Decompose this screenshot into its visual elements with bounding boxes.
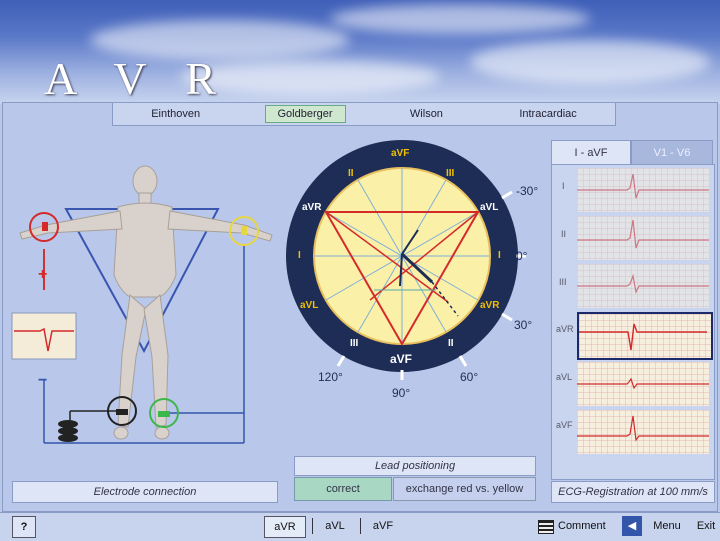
label-iii-upper-right: III — [446, 168, 455, 179]
human-body — [19, 165, 273, 440]
label-ii-upper: II — [348, 168, 354, 179]
help-button[interactable]: ? — [12, 516, 36, 538]
ecg-trace-i — [577, 173, 709, 199]
tab-v1-v6[interactable]: V1 - V6 — [631, 140, 713, 166]
tab-einthoven[interactable]: Einthoven — [139, 106, 212, 122]
lead-label-ii: II — [561, 229, 567, 239]
separator — [360, 518, 361, 534]
label-avl-right: aVL — [480, 202, 499, 213]
ecg-trace-avl — [577, 377, 709, 390]
ecg-trace-ii — [577, 219, 709, 249]
deg-0: 0° — [516, 249, 528, 263]
lead-label-i: I — [562, 181, 565, 191]
cloud-decoration — [330, 4, 590, 34]
ecg-trace-iii — [577, 273, 709, 294]
label-i-right: I — [498, 250, 501, 261]
tab-intracardiac[interactable]: Intracardiac — [507, 106, 588, 122]
deg-120: 120° — [318, 370, 343, 384]
exchange-button[interactable]: exchange red vs. yellow — [393, 477, 536, 501]
ecg-registration-label: ECG-Registration at 100 mm/s — [551, 481, 715, 503]
label-avf-top: aVF — [391, 148, 410, 159]
black-clip-icon — [116, 409, 128, 415]
label-ii-bottom-right: II — [448, 338, 454, 349]
ecg-trace-avr — [579, 323, 707, 351]
label-avr-right: aVR — [480, 300, 500, 311]
label-avf-bottom: aVF — [390, 352, 413, 366]
green-clip-icon — [158, 411, 170, 417]
dial-labels: aVF aVR aVL I I aVL aVR II III III II aV… — [280, 134, 538, 404]
ecg-tabs: I - aVF V1 - V6 — [551, 140, 713, 166]
ecg-strip-i[interactable] — [577, 168, 709, 212]
lead-avf-button[interactable]: aVF — [366, 516, 400, 536]
tab-wilson[interactable]: Wilson — [398, 106, 455, 122]
lead-system-tabs: Einthoven Goldberger Wilson Intracardiac — [112, 102, 616, 126]
electrode-connection-label: Electrode connection — [12, 481, 278, 503]
deg-90: 90° — [392, 386, 411, 400]
red-clip-icon — [42, 222, 48, 231]
tab-i-avf[interactable]: I - aVF — [551, 140, 631, 166]
ecg-strip-iii[interactable] — [577, 264, 709, 308]
lead-label-avf: aVF — [556, 420, 573, 430]
yellow-clip-icon — [241, 226, 247, 235]
lead-label-iii: III — [559, 277, 567, 287]
back-arrow-icon[interactable]: ◀ — [622, 516, 642, 536]
ecg-trace-avf — [577, 415, 709, 442]
deg-30: 30° — [514, 318, 533, 332]
label-iii-bottom-left: III — [350, 338, 359, 349]
ecg-strip-avf[interactable] — [577, 410, 709, 454]
lead-avl-button[interactable]: aVL — [318, 516, 352, 536]
ecg-strip-avl[interactable] — [577, 362, 709, 406]
menu-button[interactable]: Menu — [648, 516, 686, 536]
lead-label-avr: aVR — [556, 324, 574, 334]
lead-label-avl: aVL — [556, 372, 573, 382]
plus-sign: + — [38, 266, 48, 283]
ground-icon — [58, 420, 78, 442]
comment-button[interactable]: Comment — [536, 516, 614, 536]
comment-icon — [538, 520, 554, 534]
page-title: A V R — [44, 53, 230, 104]
separator — [312, 518, 313, 534]
deg-60: 60° — [460, 370, 479, 384]
mini-ecg-monitor — [11, 312, 77, 360]
label-avr-left: aVR — [302, 202, 322, 213]
comment-label: Comment — [558, 520, 606, 532]
tab-goldberger[interactable]: Goldberger — [264, 105, 346, 123]
lead-positioning-title: Lead positioning — [294, 456, 536, 476]
correct-button[interactable]: correct — [294, 477, 392, 501]
exit-button[interactable]: Exit — [692, 516, 720, 536]
label-avl-left: aVL — [300, 300, 319, 311]
minus-sign: − — [38, 372, 48, 389]
ecg-strip-avr[interactable] — [577, 312, 713, 360]
cloud-decoration — [470, 40, 710, 84]
ecg-strip-ii[interactable] — [577, 216, 709, 260]
deg-minus30: -30° — [516, 184, 539, 198]
lead-avr-button[interactable]: aVR — [264, 516, 306, 538]
label-i-left: I — [298, 250, 301, 261]
body-diagram — [11, 165, 273, 444]
